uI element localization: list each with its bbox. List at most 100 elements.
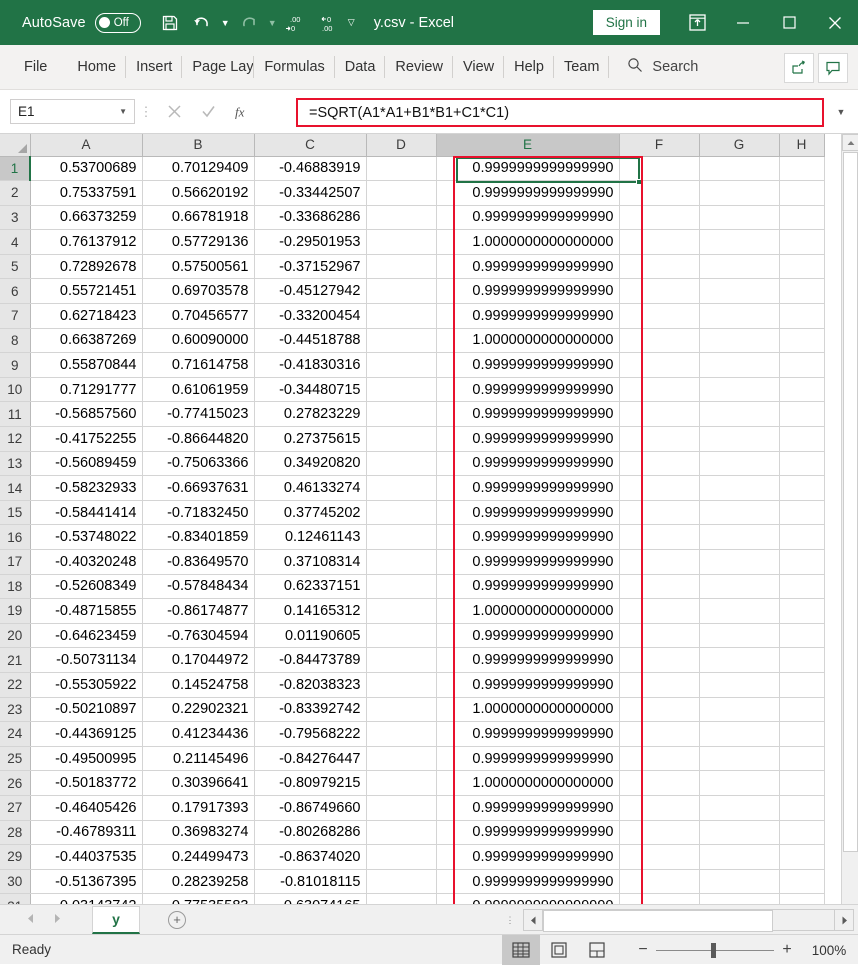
- row-header-6[interactable]: 6: [0, 278, 31, 305]
- cell-E15[interactable]: 0.9999999999999990: [436, 500, 620, 526]
- share-icon[interactable]: [784, 52, 814, 83]
- cell-E14[interactable]: 0.9999999999999990: [436, 475, 620, 501]
- cell-C19[interactable]: 0.14165312: [254, 598, 367, 624]
- cell-G30[interactable]: [699, 869, 780, 895]
- next-sheet-icon[interactable]: [53, 911, 62, 929]
- cell-E28[interactable]: 0.9999999999999990: [436, 820, 620, 846]
- cell-F13[interactable]: [619, 451, 700, 477]
- cell-H2[interactable]: [779, 180, 825, 206]
- cell-F30[interactable]: [619, 869, 700, 895]
- cell-D24[interactable]: [366, 721, 437, 747]
- cell-H23[interactable]: [779, 697, 825, 723]
- row-header-3[interactable]: 3: [0, 205, 31, 231]
- column-header-h[interactable]: H: [779, 134, 825, 157]
- cell-E19[interactable]: 1.0000000000000000: [436, 598, 620, 624]
- cell-C16[interactable]: 0.12461143: [254, 524, 367, 550]
- cell-F29[interactable]: [619, 844, 700, 870]
- search-box[interactable]: Search: [627, 57, 698, 78]
- cell-C6[interactable]: -0.45127942: [254, 278, 367, 305]
- cell-E2[interactable]: 0.9999999999999990: [436, 180, 620, 206]
- cell-A24[interactable]: -0.44369125: [30, 721, 143, 747]
- zoom-slider-thumb[interactable]: [711, 942, 716, 958]
- cell-D4[interactable]: [366, 229, 437, 255]
- cell-E3[interactable]: 0.9999999999999990: [436, 205, 620, 231]
- cell-B28[interactable]: 0.36983274: [142, 820, 255, 846]
- previous-sheet-icon[interactable]: [26, 911, 35, 929]
- cell-F3[interactable]: [619, 205, 700, 231]
- cell-G16[interactable]: [699, 524, 780, 550]
- cell-C11[interactable]: 0.27823229: [254, 401, 367, 428]
- cell-C10[interactable]: -0.34480715: [254, 377, 367, 403]
- cell-B2[interactable]: 0.56620192: [142, 180, 255, 206]
- cell-B7[interactable]: 0.70456577: [142, 303, 255, 329]
- cell-B26[interactable]: 0.30396641: [142, 770, 255, 796]
- cell-D12[interactable]: [366, 426, 437, 452]
- cell-G2[interactable]: [699, 180, 780, 206]
- zoom-out-button[interactable]: −: [630, 942, 656, 958]
- cell-D11[interactable]: [366, 401, 437, 428]
- cell-F26[interactable]: [619, 770, 700, 796]
- cell-E11[interactable]: 0.9999999999999990: [436, 401, 620, 428]
- scroll-up-icon[interactable]: [842, 134, 858, 151]
- cell-H7[interactable]: [779, 303, 825, 329]
- cell-H12[interactable]: [779, 426, 825, 452]
- cell-C4[interactable]: -0.29501953: [254, 229, 367, 255]
- cell-G14[interactable]: [699, 475, 780, 501]
- cell-A25[interactable]: -0.49500995: [30, 746, 143, 772]
- column-header-f[interactable]: F: [619, 134, 700, 157]
- cell-D3[interactable]: [366, 205, 437, 231]
- cell-B21[interactable]: 0.17044972: [142, 647, 255, 673]
- cell-G31[interactable]: [699, 893, 780, 904]
- cell-H9[interactable]: [779, 352, 825, 378]
- cell-G15[interactable]: [699, 500, 780, 526]
- cell-E5[interactable]: 0.9999999999999990: [436, 254, 620, 280]
- cell-C21[interactable]: -0.84473789: [254, 647, 367, 673]
- cell-G26[interactable]: [699, 770, 780, 796]
- row-header-24[interactable]: 24: [0, 721, 31, 747]
- cell-A22[interactable]: -0.55305922: [30, 672, 143, 698]
- cell-F28[interactable]: [619, 820, 700, 846]
- cell-B22[interactable]: 0.14524758: [142, 672, 255, 698]
- cell-E20[interactable]: 0.9999999999999990: [436, 623, 620, 649]
- cell-F10[interactable]: [619, 377, 700, 403]
- cell-G22[interactable]: [699, 672, 780, 698]
- cell-D2[interactable]: [366, 180, 437, 206]
- cell-E25[interactable]: 0.9999999999999990: [436, 746, 620, 772]
- zoom-in-button[interactable]: +: [774, 942, 800, 958]
- cell-A2[interactable]: 0.75337591: [30, 180, 143, 206]
- cell-A20[interactable]: -0.64623459: [30, 623, 143, 649]
- name-box-dropdown-icon[interactable]: ▼: [119, 107, 127, 116]
- row-header-8[interactable]: 8: [0, 328, 31, 354]
- row-header-5[interactable]: 5: [0, 254, 31, 280]
- horizontal-scroll-track[interactable]: [543, 909, 834, 932]
- cell-B29[interactable]: 0.24499473: [142, 844, 255, 870]
- cell-F9[interactable]: [619, 352, 700, 378]
- cell-A1[interactable]: 0.53700689: [30, 156, 143, 182]
- cell-B9[interactable]: 0.71614758: [142, 352, 255, 378]
- cell-A18[interactable]: -0.52608349: [30, 574, 143, 600]
- scrollbar-resize-grip[interactable]: ⋮: [505, 916, 515, 925]
- cell-G23[interactable]: [699, 697, 780, 723]
- cell-H17[interactable]: [779, 549, 825, 575]
- row-header-9[interactable]: 9: [0, 352, 31, 378]
- cell-E22[interactable]: 0.9999999999999990: [436, 672, 620, 698]
- name-box[interactable]: E1 ▼: [10, 99, 135, 124]
- cell-C5[interactable]: -0.37152967: [254, 254, 367, 280]
- cell-A31[interactable]: -0.03143742: [30, 893, 143, 904]
- cell-E16[interactable]: 0.9999999999999990: [436, 524, 620, 550]
- cell-A6[interactable]: 0.55721451: [30, 278, 143, 305]
- cell-F4[interactable]: [619, 229, 700, 255]
- cell-F25[interactable]: [619, 746, 700, 772]
- row-header-11[interactable]: 11: [0, 401, 31, 428]
- formula-input[interactable]: =SQRT(A1*A1+B1*B1+C1*C1): [296, 98, 824, 127]
- row-header-19[interactable]: 19: [0, 598, 31, 624]
- cell-E4[interactable]: 1.0000000000000000: [436, 229, 620, 255]
- row-header-17[interactable]: 17: [0, 549, 31, 575]
- cell-D1[interactable]: [366, 156, 437, 182]
- cell-A28[interactable]: -0.46789311: [30, 820, 143, 846]
- cell-D19[interactable]: [366, 598, 437, 624]
- save-icon[interactable]: [155, 8, 185, 38]
- cell-H15[interactable]: [779, 500, 825, 526]
- cell-D5[interactable]: [366, 254, 437, 280]
- ribbon-display-options-icon[interactable]: [674, 0, 720, 45]
